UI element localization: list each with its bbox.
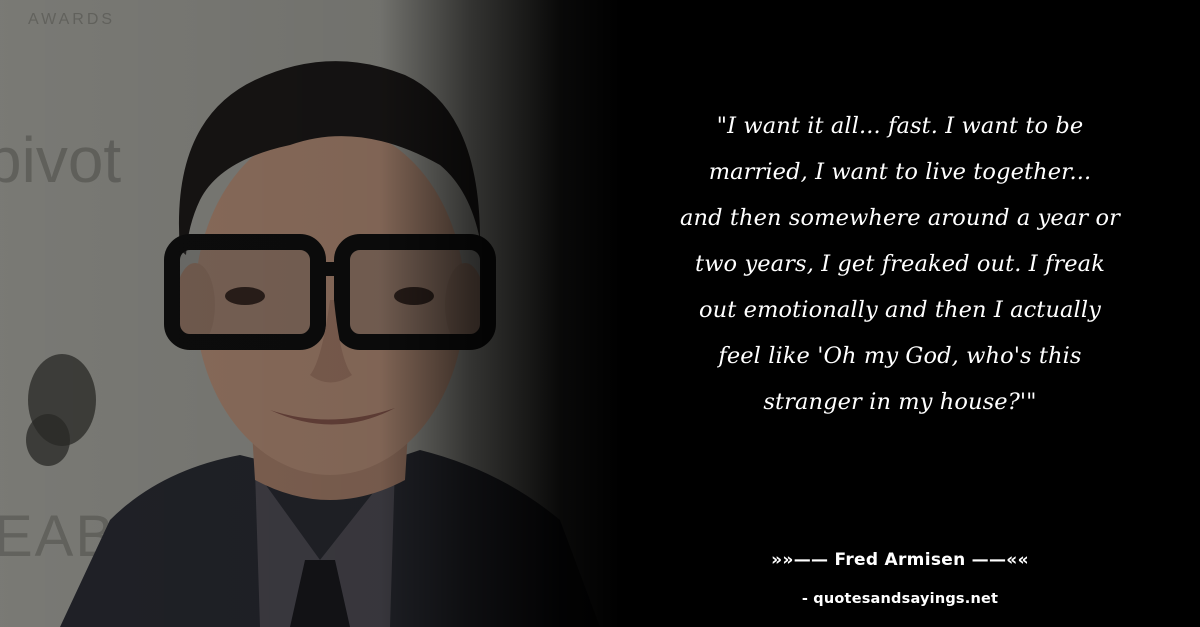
source-website: - quotesandsayings.net: [801, 591, 999, 607]
quote-line: "I want it all... fast. I want to be: [716, 113, 1084, 139]
quote-line: stranger in my house?'": [763, 389, 1037, 415]
quote-line: out emotionally and then I actually: [699, 297, 1101, 323]
backdrop-text-awards: AWARDS: [28, 11, 115, 28]
quote-line: and then somewhere around a year or: [680, 205, 1120, 231]
quote-text: "I want it all... fast. I want to be mar…: [640, 103, 1160, 425]
quote-line: two years, I get freaked out. I freak: [695, 251, 1105, 277]
quote-line: feel like 'Oh my God, who's this: [718, 343, 1082, 369]
quote-author: »»—— Fred Armisen ——««: [771, 550, 1029, 570]
quote-line: married, I want to live together...: [708, 159, 1092, 185]
portrait-photo: AWARDS pivot EABODY: [0, 0, 640, 627]
quote-card: AWARDS pivot EABODY: [0, 0, 1200, 627]
backdrop-text-pivot: pivot: [0, 124, 121, 196]
